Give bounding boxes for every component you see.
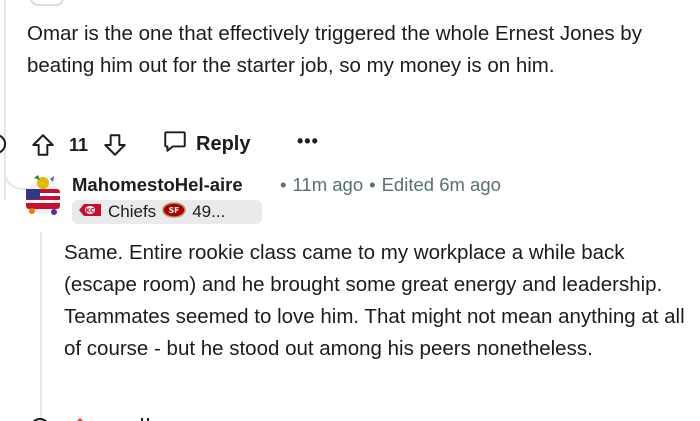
edited-label: Edited 6m ago [381, 174, 501, 195]
reply-label: Reply [196, 132, 251, 155]
post-meta: • 11m ago • Edited 6m ago [274, 174, 501, 196]
reply-bubble-icon [162, 128, 188, 160]
comment-thread: Omar is the one that effectively trigger… [0, 0, 700, 421]
bottom-cutoff-actions [30, 413, 170, 421]
49ers-logo-icon: SF [162, 201, 186, 223]
flair-text-49ers: 49... [192, 202, 226, 221]
top-cutoff-element [30, 0, 64, 6]
svg-text:SF: SF [169, 206, 180, 215]
upvote-icon[interactable] [30, 132, 56, 163]
meta-separator: • [369, 174, 376, 195]
flair-text-chiefs: Chiefs [108, 202, 157, 221]
username-link[interactable]: MahomestoHel-aire [72, 174, 243, 196]
user-flair: KC Chiefs SF 49... [72, 200, 262, 224]
reply-thread-line[interactable] [40, 232, 42, 421]
downvote-icon[interactable] [102, 132, 128, 163]
collapse-icon[interactable] [0, 134, 6, 154]
comment-actions: 11 Reply ••• [0, 128, 340, 162]
meta-separator: • [280, 174, 287, 195]
avatar[interactable] [20, 171, 66, 219]
vote-count: 11 [69, 135, 89, 155]
reply-button[interactable]: Reply [162, 128, 250, 160]
svg-text:KC: KC [86, 207, 95, 214]
comment-text: Omar is the one that effectively trigger… [27, 22, 642, 77]
more-icon[interactable]: ••• [297, 128, 319, 160]
reply-text: Same. Entire rookie class came to my wor… [64, 241, 685, 360]
time-ago: 11m ago [292, 174, 364, 195]
chiefs-logo-icon: KC [78, 202, 102, 223]
